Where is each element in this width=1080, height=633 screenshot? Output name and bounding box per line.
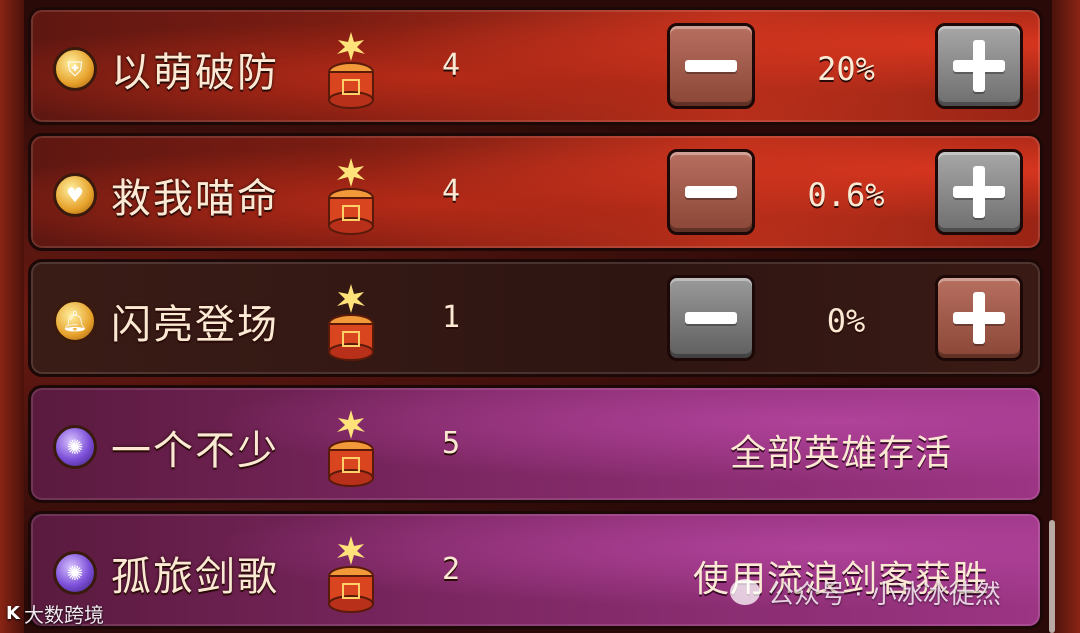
firecracker-icon [328, 158, 374, 235]
firecracker-count: 4 [441, 48, 461, 83]
firecracker-count: 2 [441, 552, 461, 587]
modifier-name: 孤旅剑歌 [111, 554, 279, 600]
panel-border-right [1052, 0, 1080, 633]
decrease-button[interactable] [667, 149, 755, 235]
plus-icon [953, 40, 1005, 92]
decrease-button[interactable] [667, 23, 755, 109]
panel-border-left [0, 0, 24, 633]
percent-value: 0% [826, 302, 866, 340]
vortex-icon: ✺ [53, 551, 97, 595]
plus-icon [953, 292, 1005, 344]
watermark-left: K 大数跨境 [6, 598, 104, 628]
percent-value: 0.6% [807, 176, 885, 214]
bell-icon: 🔔︎ [53, 299, 97, 343]
watermark-right-text: 公众号 · 小冰冰徒然 [768, 579, 1001, 610]
difficulty-row-yimengpofang: ⛨ 以萌破防 4 20% [28, 7, 1043, 125]
condition-text: 全部英雄存活 [729, 433, 952, 474]
shield-break-icon: ⛨ [53, 47, 97, 91]
modifier-name: 闪亮登场 [111, 302, 279, 348]
firecracker-icon [328, 284, 374, 361]
watermark-right: 公众号 · 小冰冰徒然 [730, 572, 1001, 612]
increase-button[interactable] [935, 149, 1023, 235]
difficulty-row-jiuwomiaoming: ♥ 救我喵命 4 0.6% [28, 133, 1043, 251]
difficulty-row-shanliangdengchang: 🔔︎ 闪亮登场 1 0% [28, 259, 1043, 377]
plus-icon [953, 166, 1005, 218]
decrease-button[interactable] [667, 275, 755, 361]
heart-heal-icon: ♥ [53, 173, 97, 217]
increase-button[interactable] [935, 275, 1023, 361]
percent-value: 20% [817, 50, 875, 88]
difficulty-row-yigebushao: ✺ 一个不少 5 全部英雄存活 [28, 385, 1043, 503]
firecracker-count: 5 [441, 426, 461, 461]
watermark-left-text: 大数跨境 [23, 602, 104, 627]
vortex-icon: ✺ [53, 425, 97, 469]
modifier-name: 救我喵命 [111, 176, 279, 222]
firecracker-icon [328, 410, 374, 487]
minus-icon [685, 312, 737, 324]
scrollbar[interactable] [1049, 520, 1055, 633]
firecracker-count: 1 [441, 300, 461, 335]
wechat-icon [730, 579, 760, 605]
minus-icon [685, 60, 737, 72]
firecracker-icon [328, 536, 374, 613]
minus-icon [685, 186, 737, 198]
increase-button[interactable] [935, 23, 1023, 109]
firecracker-icon [328, 32, 374, 109]
watermark-logo: K [6, 602, 20, 624]
modifier-name: 一个不少 [111, 428, 279, 474]
modifier-name: 以萌破防 [111, 50, 279, 96]
game-panel: ⛨ 以萌破防 4 20% ♥ 救我喵命 4 0.6% 🔔︎ 闪亮登场 1 0% … [0, 0, 1080, 633]
firecracker-count: 4 [441, 174, 461, 209]
